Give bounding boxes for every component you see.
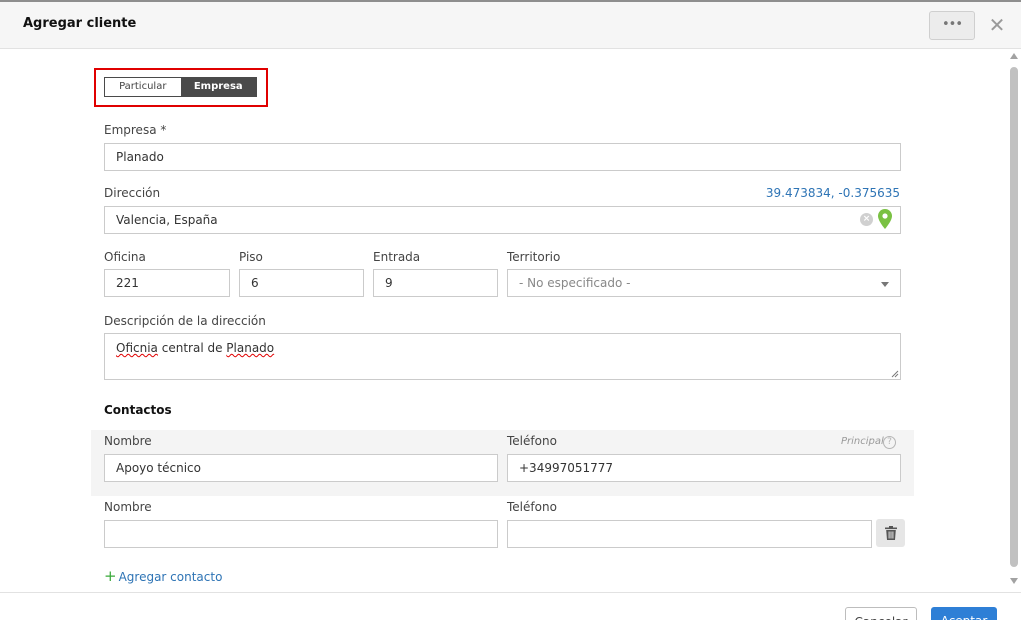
misspelled-word: Oficnia: [116, 341, 158, 355]
descripcion-textarea[interactable]: Oficnia central de Planado: [104, 333, 901, 380]
descripcion-label: Descripción de la dirección: [104, 314, 266, 328]
contact-phone-input[interactable]: [507, 520, 872, 548]
cancel-button[interactable]: Cancelar: [845, 607, 917, 620]
territorio-select[interactable]: - No especificado -: [507, 269, 901, 297]
contact-phone-input[interactable]: +34997051777: [507, 454, 901, 482]
resize-grip-icon[interactable]: [891, 370, 899, 378]
accept-button[interactable]: Aceptar: [931, 607, 997, 620]
contact-phone-label: Teléfono: [507, 500, 557, 514]
add-contact-label: Agregar contacto: [118, 570, 223, 584]
contacts-section-title: Contactos: [104, 403, 172, 417]
scroll-up-arrow-icon[interactable]: [1010, 53, 1018, 59]
direccion-label: Dirección: [104, 186, 161, 200]
chevron-down-icon: [881, 282, 889, 287]
dialog-footer: Cancelar Aceptar: [0, 592, 1021, 620]
ellipsis-icon: •••: [941, 17, 963, 32]
vertical-scrollbar[interactable]: [1008, 50, 1021, 592]
description-text: central de: [161, 341, 223, 355]
dialog-title: Agregar cliente: [23, 16, 137, 31]
close-button[interactable]: ✕: [987, 14, 1007, 36]
contact-name-label: Nombre: [104, 500, 152, 514]
close-icon: ✕: [988, 13, 1006, 37]
delete-contact-button[interactable]: [876, 519, 905, 547]
client-type-toggle: Particular Empresa: [104, 77, 257, 97]
oficina-label: Oficina: [104, 250, 146, 264]
contact-phone-label: Teléfono: [507, 434, 557, 448]
coordinates-link[interactable]: 39.473834, -0.375635: [766, 186, 900, 200]
entrada-input[interactable]: 9: [373, 269, 498, 297]
contact-name-label: Nombre: [104, 434, 152, 448]
principal-label: Principal: [841, 436, 884, 447]
empresa-label: Empresa *: [104, 123, 167, 137]
contact-name-input[interactable]: [104, 520, 498, 548]
entrada-label: Entrada: [373, 250, 421, 264]
trash-icon: [884, 526, 897, 540]
piso-label: Piso: [239, 250, 263, 264]
toggle-particular[interactable]: Particular: [105, 78, 181, 96]
territorio-selected-value: - No especificado -: [519, 276, 631, 290]
scroll-down-arrow-icon[interactable]: [1010, 578, 1018, 584]
more-options-button[interactable]: •••: [929, 11, 975, 40]
direccion-input[interactable]: Valencia, España: [104, 206, 901, 234]
dialog-header: Agregar cliente ••• ✕: [0, 2, 1021, 49]
territorio-label: Territorio: [507, 250, 561, 264]
map-pin-icon[interactable]: [878, 209, 892, 229]
toggle-empresa[interactable]: Empresa: [180, 78, 256, 96]
plus-icon: +: [104, 567, 117, 585]
misspelled-word: Planado: [226, 341, 275, 355]
clear-address-icon[interactable]: ×: [860, 213, 873, 226]
piso-input[interactable]: 6: [239, 269, 364, 297]
oficina-input[interactable]: 221: [104, 269, 230, 297]
add-contact-link[interactable]: + Agregar contacto: [104, 567, 222, 585]
contact-name-input[interactable]: Apoyo técnico: [104, 454, 498, 482]
empresa-input[interactable]: Planado: [104, 143, 901, 171]
scroll-thumb[interactable]: [1010, 67, 1018, 567]
help-icon[interactable]: ?: [883, 436, 896, 449]
